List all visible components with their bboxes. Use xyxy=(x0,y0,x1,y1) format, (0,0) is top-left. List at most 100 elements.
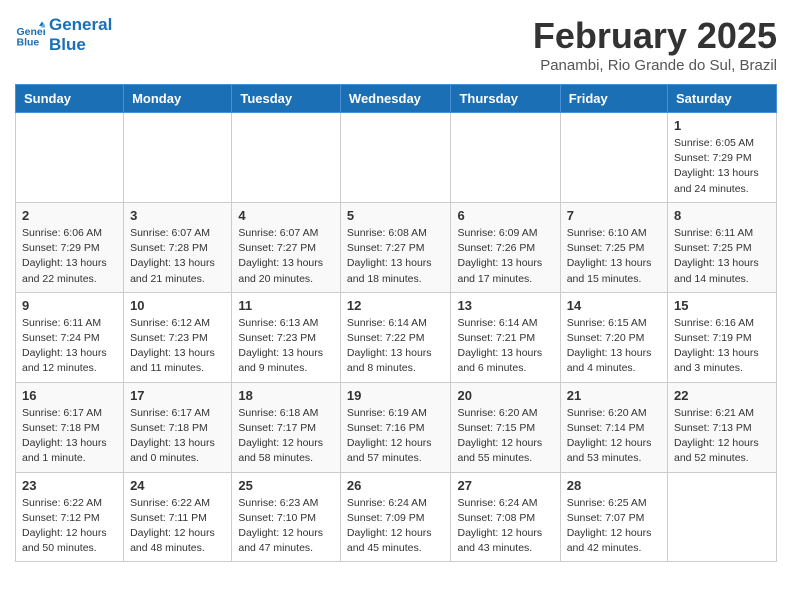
day-number: 20 xyxy=(457,388,553,403)
day-number: 11 xyxy=(238,298,334,313)
day-info: Sunrise: 6:16 AM Sunset: 7:19 PM Dayligh… xyxy=(674,316,770,377)
days-header-row: SundayMondayTuesdayWednesdayThursdayFrid… xyxy=(16,85,777,113)
calendar-table: SundayMondayTuesdayWednesdayThursdayFrid… xyxy=(15,84,777,562)
calendar-cell xyxy=(560,113,667,203)
calendar-cell: 16 Sunrise: 6:17 AM Sunset: 7:18 PM Dayli… xyxy=(16,382,124,472)
calendar-cell: 21 Sunrise: 6:20 AM Sunset: 7:14 PM Dayli… xyxy=(560,382,667,472)
calendar-cell: 9 Sunrise: 6:11 AM Sunset: 7:24 PM Daylig… xyxy=(16,292,124,382)
calendar-cell: 26Sunrise: 6:24 AM Sunset: 7:09 PM Dayli… xyxy=(340,472,451,562)
day-info: Sunrise: 6:14 AM Sunset: 7:21 PM Dayligh… xyxy=(457,316,553,377)
day-info: Sunrise: 6:09 AM Sunset: 7:26 PM Dayligh… xyxy=(457,226,553,287)
day-number: 15 xyxy=(674,298,770,313)
calendar-cell: 23Sunrise: 6:22 AM Sunset: 7:12 PM Dayli… xyxy=(16,472,124,562)
calendar-cell: 7 Sunrise: 6:10 AM Sunset: 7:25 PM Daylig… xyxy=(560,202,667,292)
calendar-cell xyxy=(16,113,124,203)
calendar-cell xyxy=(451,113,560,203)
day-number: 6 xyxy=(457,208,553,223)
calendar-cell: 14 Sunrise: 6:15 AM Sunset: 7:20 PM Dayli… xyxy=(560,292,667,382)
day-info: Sunrise: 6:08 AM Sunset: 7:27 PM Dayligh… xyxy=(347,226,445,287)
calendar-cell xyxy=(232,113,341,203)
day-number: 7 xyxy=(567,208,661,223)
calendar-cell xyxy=(668,472,777,562)
svg-text:Blue: Blue xyxy=(17,37,40,49)
day-info: Sunrise: 6:24 AM Sunset: 7:08 PM Dayligh… xyxy=(457,496,553,557)
day-info: Sunrise: 6:14 AM Sunset: 7:22 PM Dayligh… xyxy=(347,316,445,377)
day-info: Sunrise: 6:21 AM Sunset: 7:13 PM Dayligh… xyxy=(674,406,770,467)
day-header-saturday: Saturday xyxy=(668,85,777,113)
day-header-thursday: Thursday xyxy=(451,85,560,113)
calendar-cell: 22 Sunrise: 6:21 AM Sunset: 7:13 PM Dayli… xyxy=(668,382,777,472)
day-info: Sunrise: 6:13 AM Sunset: 7:23 PM Dayligh… xyxy=(238,316,334,377)
week-row-1: 1 Sunrise: 6:05 AM Sunset: 7:29 PM Daylig… xyxy=(16,113,777,203)
day-number: 12 xyxy=(347,298,445,313)
day-number: 9 xyxy=(22,298,117,313)
day-number: 2 xyxy=(22,208,117,223)
month-title: February 2025 xyxy=(533,15,777,57)
calendar-cell: 15 Sunrise: 6:16 AM Sunset: 7:19 PM Dayli… xyxy=(668,292,777,382)
day-number: 19 xyxy=(347,388,445,403)
day-header-tuesday: Tuesday xyxy=(232,85,341,113)
day-info: Sunrise: 6:17 AM Sunset: 7:18 PM Dayligh… xyxy=(22,406,117,467)
location: Panambi, Rio Grande do Sul, Brazil xyxy=(533,57,777,74)
day-number: 25 xyxy=(238,478,334,493)
day-number: 16 xyxy=(22,388,117,403)
day-header-wednesday: Wednesday xyxy=(340,85,451,113)
calendar-cell: 11 Sunrise: 6:13 AM Sunset: 7:23 PM Dayli… xyxy=(232,292,341,382)
day-number: 22 xyxy=(674,388,770,403)
day-number: 8 xyxy=(674,208,770,223)
week-row-5: 23Sunrise: 6:22 AM Sunset: 7:12 PM Dayli… xyxy=(16,472,777,562)
calendar-cell: 12 Sunrise: 6:14 AM Sunset: 7:22 PM Dayli… xyxy=(340,292,451,382)
day-number: 10 xyxy=(130,298,225,313)
day-number: 5 xyxy=(347,208,445,223)
day-number: 27 xyxy=(457,478,553,493)
day-number: 4 xyxy=(238,208,334,223)
day-info: Sunrise: 6:22 AM Sunset: 7:12 PM Dayligh… xyxy=(22,496,117,557)
day-number: 1 xyxy=(674,118,770,133)
calendar-cell: 6 Sunrise: 6:09 AM Sunset: 7:26 PM Daylig… xyxy=(451,202,560,292)
day-number: 18 xyxy=(238,388,334,403)
calendar-cell: 3 Sunrise: 6:07 AM Sunset: 7:28 PM Daylig… xyxy=(124,202,232,292)
calendar-cell: 13 Sunrise: 6:14 AM Sunset: 7:21 PM Dayli… xyxy=(451,292,560,382)
day-number: 14 xyxy=(567,298,661,313)
day-info: Sunrise: 6:15 AM Sunset: 7:20 PM Dayligh… xyxy=(567,316,661,377)
logo-blue: Blue xyxy=(49,35,112,55)
day-info: Sunrise: 6:19 AM Sunset: 7:16 PM Dayligh… xyxy=(347,406,445,467)
day-info: Sunrise: 6:12 AM Sunset: 7:23 PM Dayligh… xyxy=(130,316,225,377)
calendar-cell: 5 Sunrise: 6:08 AM Sunset: 7:27 PM Daylig… xyxy=(340,202,451,292)
day-info: Sunrise: 6:25 AM Sunset: 7:07 PM Dayligh… xyxy=(567,496,661,557)
week-row-2: 2 Sunrise: 6:06 AM Sunset: 7:29 PM Daylig… xyxy=(16,202,777,292)
day-header-monday: Monday xyxy=(124,85,232,113)
day-header-sunday: Sunday xyxy=(16,85,124,113)
calendar-cell xyxy=(340,113,451,203)
logo: General Blue General Blue xyxy=(15,15,112,56)
day-number: 21 xyxy=(567,388,661,403)
day-info: Sunrise: 6:11 AM Sunset: 7:24 PM Dayligh… xyxy=(22,316,117,377)
logo-icon: General Blue xyxy=(15,20,45,50)
day-info: Sunrise: 6:07 AM Sunset: 7:28 PM Dayligh… xyxy=(130,226,225,287)
day-header-friday: Friday xyxy=(560,85,667,113)
day-number: 3 xyxy=(130,208,225,223)
day-number: 13 xyxy=(457,298,553,313)
day-info: Sunrise: 6:18 AM Sunset: 7:17 PM Dayligh… xyxy=(238,406,334,467)
day-info: Sunrise: 6:24 AM Sunset: 7:09 PM Dayligh… xyxy=(347,496,445,557)
day-info: Sunrise: 6:07 AM Sunset: 7:27 PM Dayligh… xyxy=(238,226,334,287)
day-info: Sunrise: 6:10 AM Sunset: 7:25 PM Dayligh… xyxy=(567,226,661,287)
day-info: Sunrise: 6:20 AM Sunset: 7:15 PM Dayligh… xyxy=(457,406,553,467)
title-block: February 2025 Panambi, Rio Grande do Sul… xyxy=(533,15,777,74)
calendar-cell: 8 Sunrise: 6:11 AM Sunset: 7:25 PM Daylig… xyxy=(668,202,777,292)
logo-general: General xyxy=(49,15,112,35)
day-info: Sunrise: 6:17 AM Sunset: 7:18 PM Dayligh… xyxy=(130,406,225,467)
day-info: Sunrise: 6:05 AM Sunset: 7:29 PM Dayligh… xyxy=(674,136,770,197)
calendar-cell: 20 Sunrise: 6:20 AM Sunset: 7:15 PM Dayli… xyxy=(451,382,560,472)
day-info: Sunrise: 6:11 AM Sunset: 7:25 PM Dayligh… xyxy=(674,226,770,287)
calendar-cell: 28Sunrise: 6:25 AM Sunset: 7:07 PM Dayli… xyxy=(560,472,667,562)
calendar-cell: 18 Sunrise: 6:18 AM Sunset: 7:17 PM Dayli… xyxy=(232,382,341,472)
calendar-cell: 1 Sunrise: 6:05 AM Sunset: 7:29 PM Daylig… xyxy=(668,113,777,203)
day-info: Sunrise: 6:06 AM Sunset: 7:29 PM Dayligh… xyxy=(22,226,117,287)
day-info: Sunrise: 6:20 AM Sunset: 7:14 PM Dayligh… xyxy=(567,406,661,467)
day-info: Sunrise: 6:22 AM Sunset: 7:11 PM Dayligh… xyxy=(130,496,225,557)
header: General Blue General Blue February 2025 … xyxy=(15,15,777,74)
calendar-cell: 17Sunrise: 6:17 AM Sunset: 7:18 PM Dayli… xyxy=(124,382,232,472)
day-info: Sunrise: 6:23 AM Sunset: 7:10 PM Dayligh… xyxy=(238,496,334,557)
calendar-cell: 10 Sunrise: 6:12 AM Sunset: 7:23 PM Dayli… xyxy=(124,292,232,382)
